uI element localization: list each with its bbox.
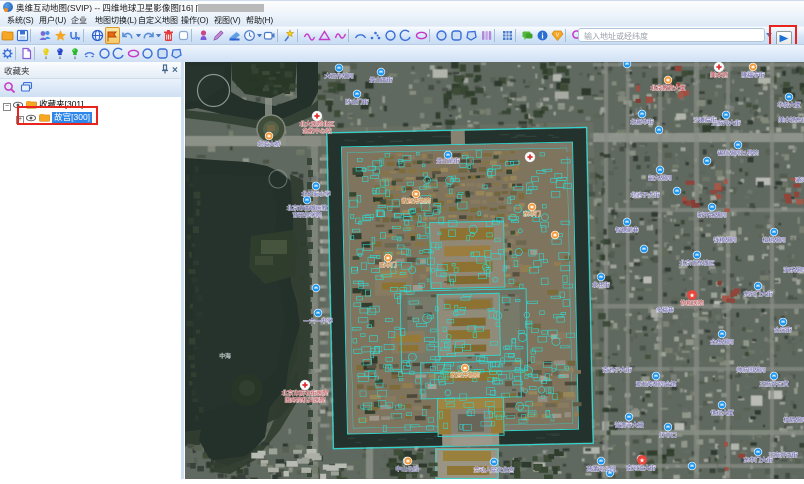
svg-text:骑河楼街: 骑河楼街 bbox=[795, 176, 804, 184]
svg-text:王府井百货: 王府井百货 bbox=[760, 380, 789, 388]
svg-text:北京教育大厦: 北京教育大厦 bbox=[651, 84, 686, 92]
svg-text:景山前街: 景山前街 bbox=[436, 157, 459, 165]
svg-text:华侨大厦: 华侨大厦 bbox=[777, 101, 800, 109]
svg-text:智德前巷: 智德前巷 bbox=[615, 226, 638, 234]
svg-text:美术馆: 美术馆 bbox=[710, 71, 728, 79]
svg-text:育研修学院: 育研修学院 bbox=[293, 211, 322, 219]
svg-text:北新华街: 北新华街 bbox=[630, 118, 653, 126]
svg-text:★: ★ bbox=[689, 291, 695, 299]
svg-text:帅府园胡同: 帅府园胡同 bbox=[737, 366, 766, 374]
svg-text:演乐胡同: 演乐胡同 bbox=[783, 266, 804, 274]
svg-text:普渡寺大殿: 普渡寺大殿 bbox=[615, 421, 644, 429]
svg-text:陟山门街: 陟山门街 bbox=[345, 98, 368, 106]
svg-text:故宫博物院: 故宫博物院 bbox=[451, 371, 480, 379]
svg-text:北长街小学: 北长街小学 bbox=[302, 190, 331, 198]
svg-text:中海: 中海 bbox=[219, 352, 231, 360]
svg-text:一六一中学: 一六一中学 bbox=[304, 317, 333, 325]
svg-text:灯市口: 灯市口 bbox=[659, 431, 677, 439]
svg-text:沙滩后街: 沙滩后街 bbox=[693, 116, 716, 124]
svg-text:菖蒲河公园: 菖蒲河公园 bbox=[587, 465, 616, 473]
svg-text:北京市西城区教: 北京市西城区教 bbox=[287, 204, 328, 212]
svg-text:锡拉胡同21号院: 锡拉胡同21号院 bbox=[717, 149, 758, 157]
svg-text:西华门: 西华门 bbox=[379, 261, 397, 269]
svg-text:劳动人民文化宫: 劳动人民文化宫 bbox=[474, 466, 515, 474]
svg-text:北长街: 北长街 bbox=[592, 281, 610, 289]
svg-text:景山西街: 景山西街 bbox=[369, 76, 392, 84]
svg-text:钱粮胡同: 钱粮胡同 bbox=[713, 236, 736, 244]
svg-text:韶九胡同: 韶九胡同 bbox=[648, 174, 671, 182]
svg-text:中山公园: 中山公园 bbox=[395, 465, 418, 473]
svg-text:南池子大街: 南池子大街 bbox=[603, 366, 632, 374]
svg-text:北京市府右街医院: 北京市府右街医院 bbox=[282, 389, 329, 397]
svg-text:美术馆东街: 美术馆东街 bbox=[779, 116, 804, 124]
svg-text:国务院机关医院: 国务院机关医院 bbox=[285, 396, 326, 404]
svg-text:北池子大街: 北池子大街 bbox=[631, 191, 660, 199]
svg-text:世纪大厦: 世纪大厦 bbox=[710, 409, 733, 417]
svg-text:隆福寺街: 隆福寺街 bbox=[741, 71, 764, 79]
svg-text:金宝街: 金宝街 bbox=[774, 326, 792, 334]
svg-text:金鱼胡同: 金鱼胡同 bbox=[710, 338, 733, 346]
svg-text:东安门大街: 东安门大街 bbox=[744, 290, 773, 298]
svg-text:★: ★ bbox=[639, 456, 645, 464]
svg-text:北大医院北区: 北大医院北区 bbox=[300, 120, 335, 128]
svg-text:南河沿大街: 南河沿大街 bbox=[627, 464, 656, 472]
svg-text:大石作胡同: 大石作胡同 bbox=[325, 72, 354, 80]
svg-text:柏树胡同: 柏树胡同 bbox=[762, 236, 785, 244]
svg-text:东华门: 东华门 bbox=[523, 210, 541, 218]
svg-text:王府井西街: 王府井西街 bbox=[769, 451, 798, 459]
svg-text:北京市东城区: 北京市东城区 bbox=[680, 259, 715, 267]
svg-text:急救中心站: 急救中心站 bbox=[303, 127, 332, 135]
svg-text:多福巷: 多福巷 bbox=[656, 306, 674, 314]
svg-text:爱右库胡同会馆: 爱右库胡同会馆 bbox=[636, 380, 677, 388]
svg-text:校尉胡同: 校尉胡同 bbox=[783, 416, 804, 424]
svg-text:协和医院: 协和医院 bbox=[680, 299, 703, 307]
svg-text:北海大桥: 北海大桥 bbox=[257, 140, 280, 148]
svg-text:故宫博物院: 故宫博物院 bbox=[402, 197, 431, 205]
svg-text:V: V bbox=[556, 33, 560, 39]
svg-text:新开路胡同: 新开路胡同 bbox=[698, 211, 727, 219]
